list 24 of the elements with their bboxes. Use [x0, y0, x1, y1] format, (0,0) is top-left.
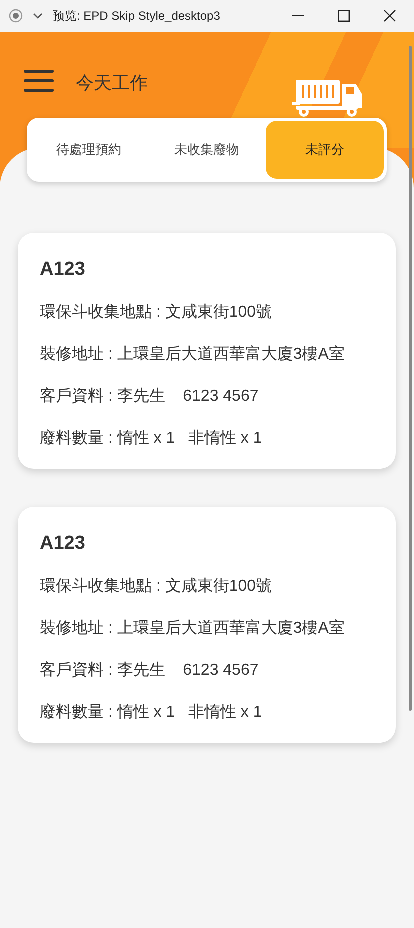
tab[interactable]: 未收集廢物 [148, 121, 266, 179]
tab[interactable]: 待處理預約 [30, 121, 148, 179]
job-card[interactable]: A123 環保斗收集地點 : 文咸東街100號 裝修地址 : 上環皇后大道西華富大廈3樓A室 客戶資料 : 李先生 6123 4567 廢料數量 : 惰性 x 1 非惰性 x 1 [18, 507, 396, 743]
job-detail: 客戶資料 : 李先生 6123 4567 [40, 386, 260, 407]
job-detail: 環保斗收集地點 : 文咸東街100號 [40, 576, 274, 597]
job-detail: 裝修地址 : 上環皇后大道西華富大廈3樓A室 [40, 618, 346, 639]
maximize-icon[interactable] [338, 10, 350, 22]
job-detail: 客戶資料 : 李先生 6123 4567 [40, 660, 260, 681]
menu-icon[interactable] [24, 70, 54, 92]
job-detail: 廢料數量 : 惰性 x 1 非惰性 x 1 [40, 702, 264, 723]
tab[interactable]: 未評分 [266, 121, 384, 179]
job-detail: 裝修地址 : 上環皇后大道西華富大廈3樓A室 [40, 344, 346, 365]
chevron-down-icon[interactable] [33, 12, 43, 20]
job-code: A123 [40, 259, 86, 281]
radio-icon[interactable] [9, 9, 23, 23]
job-card[interactable]: A123 環保斗收集地點 : 文咸東街100號 裝修地址 : 上環皇后大道西華富大廈3樓A室 客戶資料 : 李先生 6123 4567 廢料數量 : 惰性 x 1 非惰性 x 1 [18, 233, 396, 469]
window-title: 预览: EPD Skip Style_desktop3 [53, 8, 220, 24]
job-code: A123 [40, 533, 86, 555]
job-detail: 廢料數量 : 惰性 x 1 非惰性 x 1 [40, 428, 264, 449]
minimize-icon[interactable] [292, 15, 304, 17]
job-detail: 環保斗收集地點 : 文咸東街100號 [40, 302, 274, 323]
scrollbar[interactable] [409, 46, 412, 711]
page-title: 今天工作 [76, 72, 148, 95]
close-icon[interactable] [384, 10, 396, 22]
